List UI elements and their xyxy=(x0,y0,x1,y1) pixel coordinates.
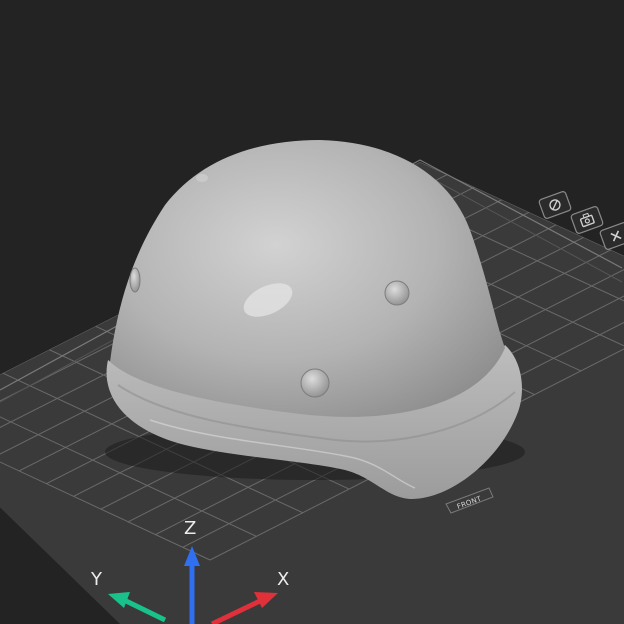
y-axis-label: Y xyxy=(90,569,103,590)
helmet-rivet xyxy=(129,267,141,293)
z-axis-label: Z xyxy=(184,518,196,539)
close-button[interactable] xyxy=(599,222,624,250)
viewport-scene[interactable]: FRONT Z X Y xyxy=(0,0,624,624)
camera-button[interactable] xyxy=(570,206,604,234)
helmet-rivet xyxy=(300,368,330,398)
3d-viewport[interactable]: FRONT Z X Y xyxy=(0,0,624,624)
helmet-rivet xyxy=(196,174,208,182)
x-axis-label: X xyxy=(277,569,289,590)
view-toggle-button[interactable] xyxy=(538,191,572,219)
helmet-rivet xyxy=(384,280,410,306)
